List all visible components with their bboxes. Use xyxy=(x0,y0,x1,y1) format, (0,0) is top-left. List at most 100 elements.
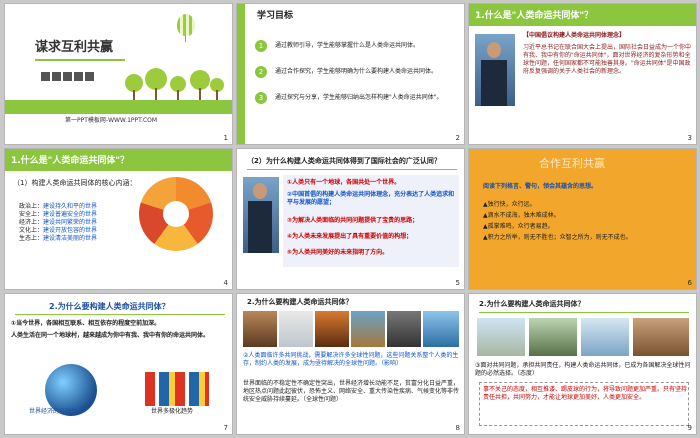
photo-6 xyxy=(423,311,459,347)
icon-box-1 xyxy=(41,72,50,81)
reason-4: ④为人类未来发展提出了具有重要价值的构想； xyxy=(287,233,413,240)
pillar-item: 政治上：建设持久和平的世界 xyxy=(19,203,97,211)
pillar-item: 文化上：建设开放包容的世界 xyxy=(19,227,97,235)
slide-thumbnail-3[interactable]: 1.什么是"人类命运共同体"？ 【中国倡议构建人类命运共同体理念】 习近平总书记… xyxy=(468,3,697,145)
objective-1: 通过教师引导，学生能够掌握什么是人类命运共同体。 xyxy=(275,42,420,49)
slide-sorter-grid: 谋求互利共赢 第一PPT模板网-WWW.1PPT.COM 1 学习目标 1 通过… xyxy=(0,0,700,438)
ground-strip xyxy=(5,100,232,114)
photo-2 xyxy=(279,311,313,347)
tree-icon xyxy=(190,70,210,90)
slide-number: 6 xyxy=(687,279,692,287)
slide-title: 1.什么是"人类命运共同体"？ xyxy=(475,11,594,21)
icon-box-2 xyxy=(52,72,61,81)
photo-1 xyxy=(243,311,277,347)
icon-box-5 xyxy=(85,72,94,81)
proverb-2: ▲滴水不成海，独木难成林。 xyxy=(483,212,560,219)
pillar-value: 建设开放包容的世界 xyxy=(43,227,98,234)
balloon-icon xyxy=(177,14,195,36)
tree-trunk xyxy=(216,90,218,100)
icon-box-4 xyxy=(74,72,83,81)
pillar-value: 建设共同繁荣的世界 xyxy=(43,219,98,226)
slide-number: 2 xyxy=(455,134,460,142)
pillar-value: 建设持久和平的世界 xyxy=(43,203,98,210)
title-underline xyxy=(247,169,457,170)
reason-2: ②中国首倡的构建人类命运共同体理念，充分表达了人类追求和平与发展的愿望； xyxy=(287,191,455,206)
flags-image xyxy=(145,372,209,406)
slide-number: 3 xyxy=(687,134,692,142)
pillar-key: 政治上： xyxy=(19,203,44,210)
pillar-value: 建设普遍安全的世界 xyxy=(43,211,98,218)
slide-number: 8 xyxy=(455,424,460,432)
tree-trunk xyxy=(133,90,135,100)
step-badge-3: 3 xyxy=(255,92,267,104)
point-text: ③面对共同问题，承担共同责任，构建人类命运共同体，已成为各国解决全球性问题的必然… xyxy=(475,362,691,377)
slide-thumbnail-9[interactable]: 2.为什么要构建人类命运共同体？ ③面对共同问题，承担共同责任，构建人类命运共同… xyxy=(468,293,697,435)
balloon-string xyxy=(185,36,186,42)
pillar-list: 政治上：建设持久和平的世界 安全上：建设普遍安全的世界 经济上：建设共同繁荣的世… xyxy=(19,203,97,243)
photo-smoke xyxy=(529,318,577,356)
caption-multipolar: 世界多极化趋势 xyxy=(151,408,194,415)
objective-3: 通过探究与分享，学生能够归纳出怎样构建"人类命运共同体"。 xyxy=(275,94,443,101)
photo-bear xyxy=(581,318,629,356)
step-badge-2: 2 xyxy=(255,66,267,78)
footer-text: 第一PPT模板网-WWW.1PPT.COM xyxy=(65,117,158,124)
lead-text: 阅读下列格言、警句，领会其蕴含的思想。 xyxy=(483,183,598,190)
box-text: 习近平总书记在联合国大会上提出，国际社会日益成为一个你中有我、我中有你的"命运共… xyxy=(523,44,692,75)
slide-number: 7 xyxy=(223,424,228,432)
slide-thumbnail-8[interactable]: 2.为什么要构建人类命运共同体？ ②人类面临许多共同挑战，需要解决许多全球性问题… xyxy=(236,293,465,435)
point-text: ②人类面临许多共同挑战，需要解决许多全球性问题，这些问题关系整个人类的生存，制约… xyxy=(243,352,459,367)
photo-3 xyxy=(315,311,349,347)
tree-trunk xyxy=(155,88,157,100)
slide-title: 合作互利共赢 xyxy=(539,157,605,170)
photo-tree xyxy=(477,318,525,356)
reason-5: ⑤为人类共同美好的未来指明了方向。 xyxy=(287,249,389,256)
slide-thumbnail-1[interactable]: 谋求互利共赢 第一PPT模板网-WWW.1PPT.COM 1 xyxy=(4,3,233,145)
slide-title: 学习目标 xyxy=(257,11,294,21)
slide-title: （2）为什么构建人类命运共同体得到了国际社会的广泛认同？ xyxy=(247,157,441,165)
title-underline xyxy=(35,59,125,61)
slide-thumbnail-6[interactable]: 合作互利共赢 阅读下列格言、警句，领会其蕴含的思想。 ▲独行快，众行远。 ▲滴水… xyxy=(468,148,697,290)
pillar-key: 文化上： xyxy=(19,227,44,234)
speaker-head xyxy=(487,42,501,58)
pillar-item: 安全上：建设普遍安全的世界 xyxy=(19,211,97,219)
left-accent-bar xyxy=(237,4,245,144)
reason-1: ①人类只有一个地球，各国共处一个世界。 xyxy=(287,179,401,186)
proverb-1: ▲独行快，众行远。 xyxy=(483,201,536,208)
detail-text: 世界面临的不稳定性不确定性突出，世界经济增长动能不足，贫富分化日益严重，地区热点… xyxy=(243,380,460,403)
point-text: ①当今世界，各国相互联系、相互依存的程度空前加深。 xyxy=(11,320,161,327)
slide-thumbnail-4[interactable]: 1.什么是"人类命运共同体"？ （1）构建人类命运共同体的核心内涵： 政治上：建… xyxy=(4,148,233,290)
title-underline xyxy=(15,314,225,315)
slide-number: 9 xyxy=(687,424,692,432)
proverb-3: ▲孤掌难鸣，众行者易趋。 xyxy=(483,223,554,230)
slide-number: 4 xyxy=(223,279,228,287)
box-title: 【中国倡议构建人类命运共同体理念】 xyxy=(523,32,626,39)
slide-number: 5 xyxy=(455,279,460,287)
detail-text: 人类生活在同一个地球村，越来越成为你中有我、我中有你的命运共同体。 xyxy=(11,332,210,339)
slide-title: 2.为什么要构建人类命运共同体？ xyxy=(479,300,585,308)
slide-title: 谋求互利共赢 xyxy=(35,40,114,55)
pillar-key: 安全上： xyxy=(19,211,44,218)
pillar-value: 建设清洁美丽的世界 xyxy=(43,235,98,242)
icon-box-3 xyxy=(63,72,72,81)
step-badge-1: 1 xyxy=(255,40,267,52)
cycle-center xyxy=(163,201,189,227)
reason-3: ③为解决人类面临的共同问题提供了宝贵的思路； xyxy=(287,217,419,224)
photo-5 xyxy=(387,311,421,347)
pillar-item: 生态上：建设清洁美丽的世界 xyxy=(19,235,97,243)
slide-title: 2.为什么要构建人类命运共同体？ xyxy=(49,302,170,311)
slide-title: 2.为什么要构建人类命运共同体？ xyxy=(247,298,353,306)
tree-trunk xyxy=(177,90,179,100)
slide-thumbnail-7[interactable]: 2.为什么要构建人类命运共同体？ ①当今世界，各国相互联系、相互依存的程度空前加… xyxy=(4,293,233,435)
photo-drought xyxy=(633,318,689,356)
slide-thumbnail-2[interactable]: 学习目标 1 通过教师引导，学生能够掌握什么是人类命运共同体。 2 通过合作探究… xyxy=(236,3,465,145)
slide-title: 1.什么是"人类命运共同体"？ xyxy=(11,156,130,166)
proverb-4: ▲积力之所举，则无不胜也；众智之所为，则无不成也。 xyxy=(483,234,632,241)
toolbar-icons xyxy=(41,66,94,85)
tree-trunk xyxy=(199,88,201,100)
pillar-key: 经济上： xyxy=(19,219,44,226)
slide-number: 1 xyxy=(223,134,228,142)
quote-box: 事不关己的态度，相互推诿、踢皮球的行为，将导致问题更加严重。只有坚持责任共担，共… xyxy=(479,382,689,426)
caption-globalization: 世界经济的全球化 xyxy=(29,408,78,415)
slide-thumbnail-5[interactable]: （2）为什么构建人类命运共同体得到了国际社会的广泛认同？ ①人类只有一个地球，各… xyxy=(236,148,465,290)
speaker-suit xyxy=(481,60,507,106)
